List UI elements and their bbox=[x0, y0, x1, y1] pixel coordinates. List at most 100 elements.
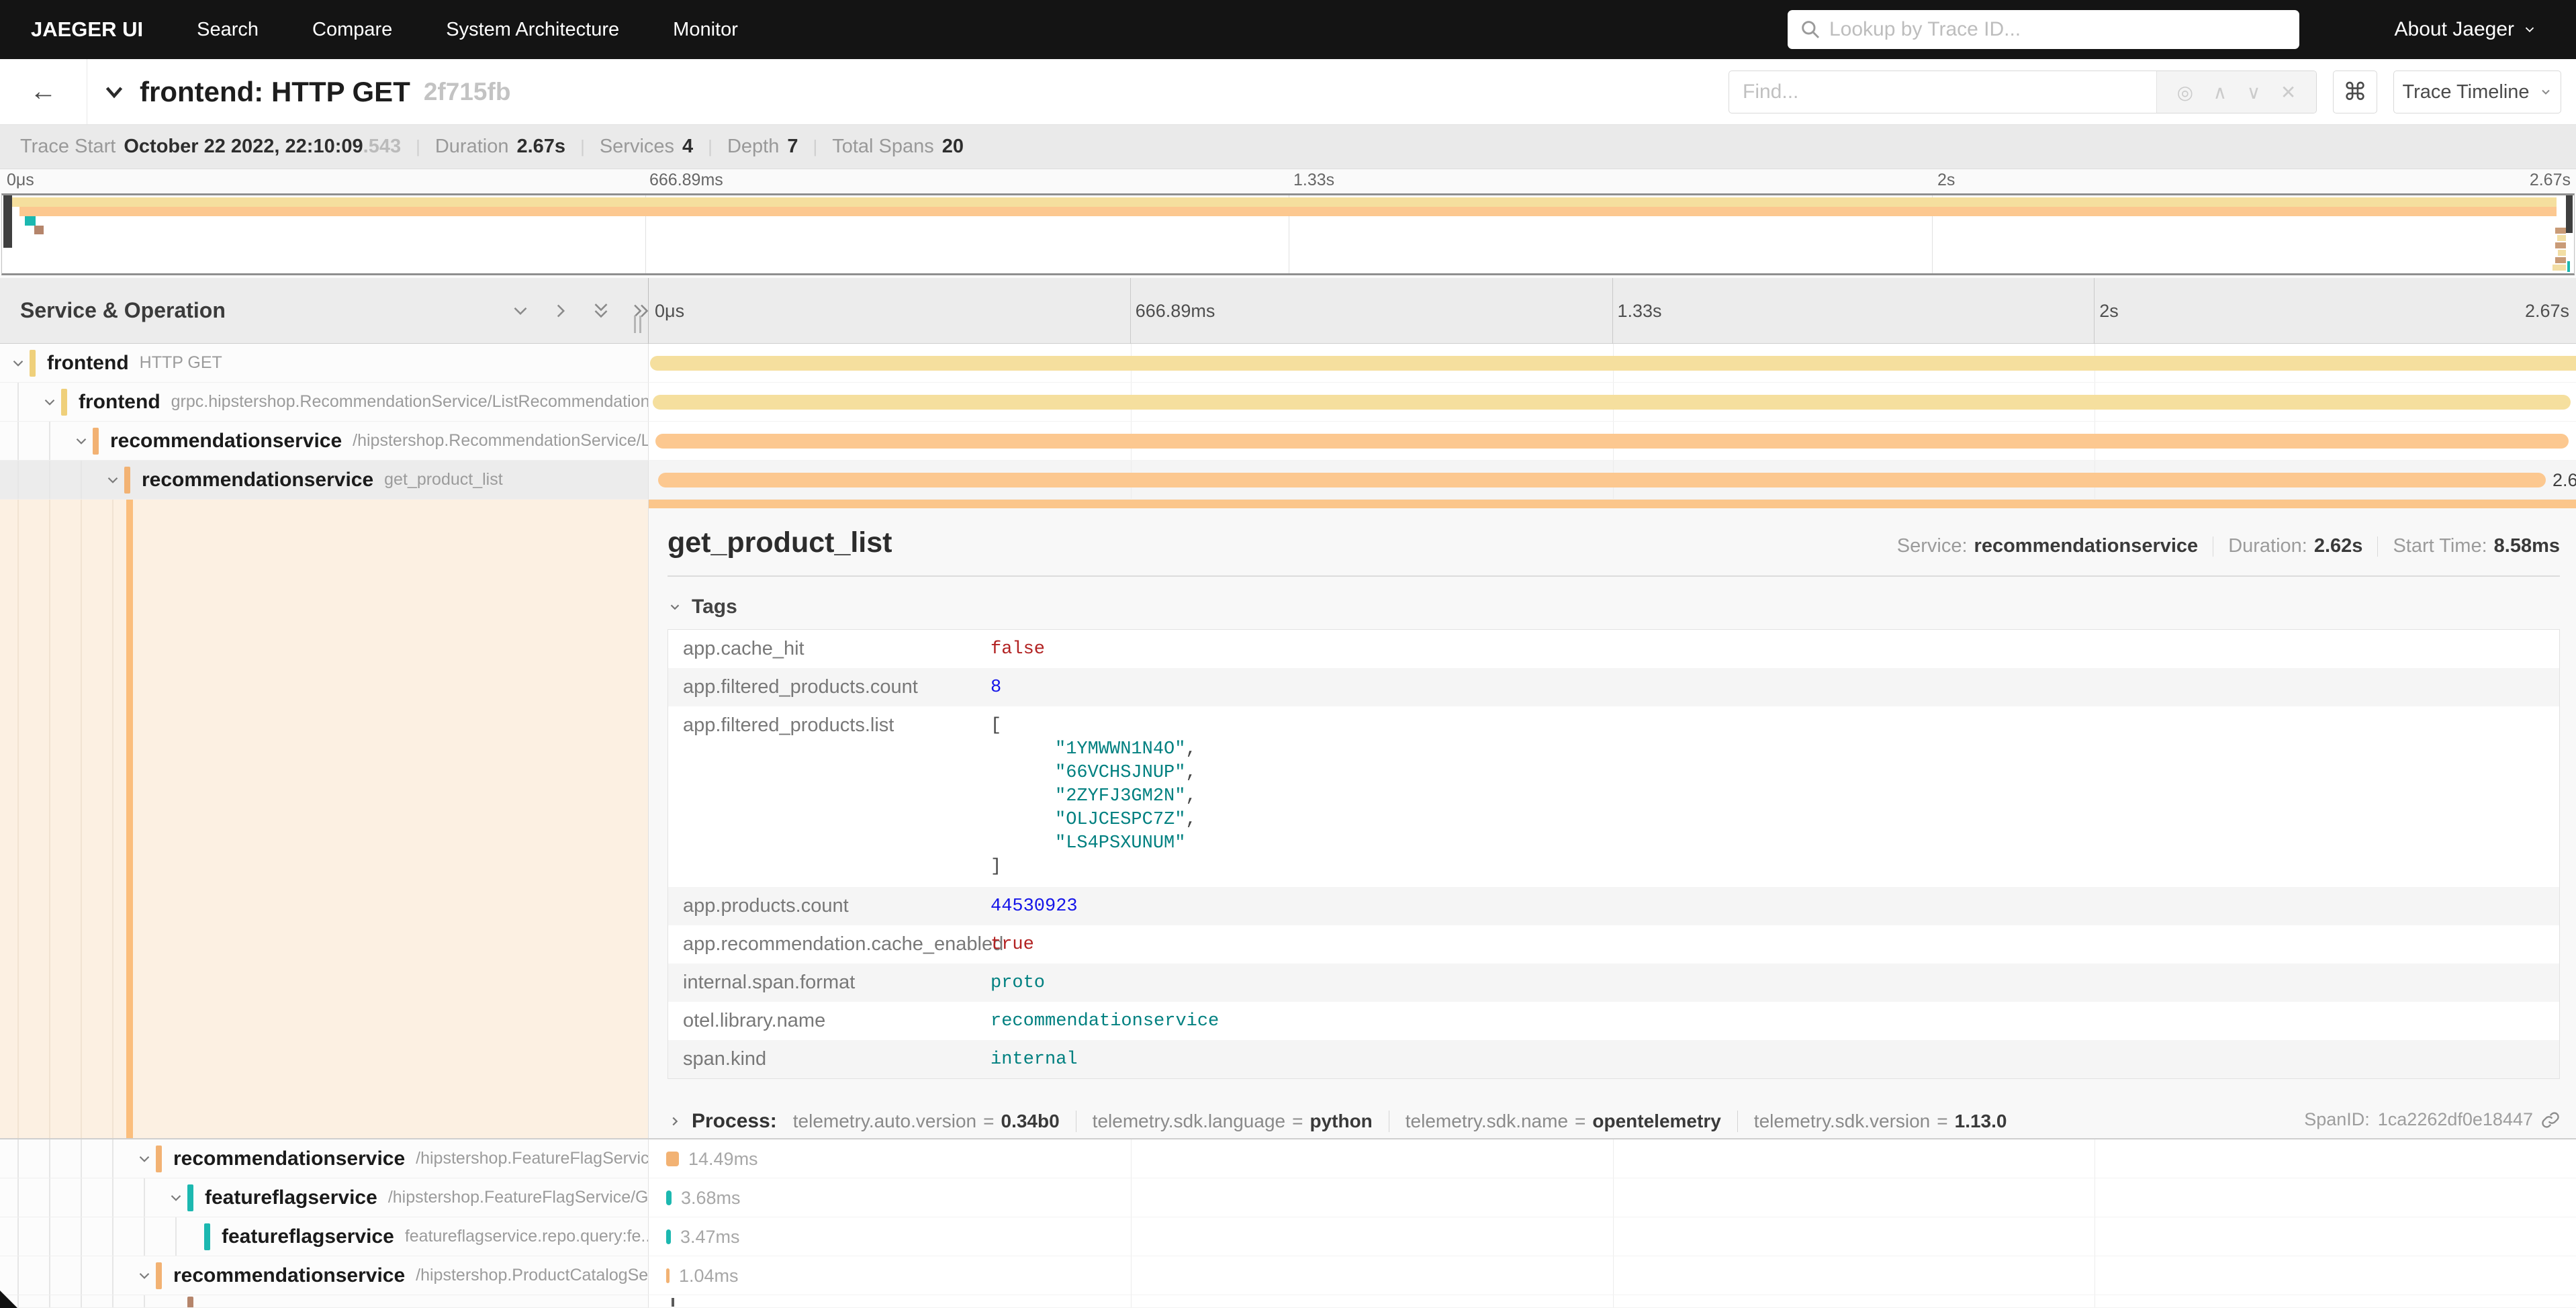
summary-label: Depth bbox=[727, 136, 779, 158]
span-duration-bar[interactable] bbox=[653, 395, 2571, 410]
summary-value: 2.67s bbox=[516, 136, 565, 158]
tag-row[interactable]: otel.library.namerecommendationservice bbox=[668, 1002, 2559, 1040]
span-collapse-chevron-icon[interactable] bbox=[104, 471, 122, 489]
span-timeline-cell[interactable]: 3.47ms bbox=[648, 1217, 2576, 1256]
collapse-all-icon[interactable] bbox=[509, 299, 532, 322]
expand-one-icon[interactable] bbox=[549, 299, 572, 322]
trace-id-lookup-input[interactable] bbox=[1829, 18, 2259, 41]
span-service-name: recommendationservice bbox=[142, 469, 373, 492]
span-service-name: recommendationservice bbox=[110, 430, 342, 453]
summary-value: 20 bbox=[942, 136, 964, 158]
span-collapse-chevron-icon[interactable] bbox=[136, 1150, 153, 1168]
timeline-tick-label: 2s bbox=[2099, 301, 2119, 322]
tag-row[interactable]: app.filtered_products.list["1YMWWN1N4O",… bbox=[668, 706, 2559, 887]
summary-separator: | bbox=[416, 136, 420, 157]
span-timeline-cell[interactable] bbox=[648, 1295, 2576, 1308]
jaeger-logo[interactable]: JAEGER UI bbox=[31, 17, 143, 42]
tag-row[interactable]: app.filtered_products.count8 bbox=[668, 668, 2559, 706]
indent-guide bbox=[17, 1139, 19, 1178]
span-collapse-chevron-icon[interactable] bbox=[167, 1189, 185, 1207]
tag-row[interactable]: app.cache_hitfalse bbox=[668, 630, 2559, 668]
span-timeline-cell[interactable] bbox=[648, 383, 2576, 422]
tag-row[interactable]: app.recommendation.cache_enabledtrue bbox=[668, 925, 2559, 964]
indent-guide bbox=[112, 1139, 113, 1178]
tags-section-toggle[interactable]: Tags bbox=[668, 596, 2560, 618]
prev-match-icon[interactable]: ∧ bbox=[2213, 81, 2227, 103]
tag-row[interactable]: internal.span.formatproto bbox=[668, 964, 2559, 1002]
span-name-cell[interactable] bbox=[0, 1295, 648, 1308]
tags-section-label: Tags bbox=[692, 596, 737, 618]
minimap-left-scrubber[interactable] bbox=[3, 195, 12, 248]
nav-item-system-architecture[interactable]: System Architecture bbox=[446, 19, 619, 41]
span-color-bar bbox=[187, 1297, 193, 1308]
process-label: Process: bbox=[692, 1110, 777, 1133]
span-id-label: SpanID: bbox=[2304, 1109, 2370, 1130]
span-name-cell[interactable]: frontendgrpc.hipstershop.RecommendationS… bbox=[0, 383, 648, 422]
span-timeline-cell[interactable]: 1.04ms bbox=[648, 1256, 2576, 1295]
about-jaeger-menu[interactable]: About Jaeger bbox=[2395, 0, 2537, 59]
span-name-cell[interactable]: recommendationservice/hipstershop.Featur… bbox=[0, 1139, 648, 1178]
span-timeline-cell[interactable]: 3.68ms bbox=[648, 1178, 2576, 1217]
list-item: "LS4PSXUNUM" bbox=[991, 832, 1197, 855]
nav-item-compare[interactable]: Compare bbox=[312, 19, 392, 41]
indent-guide bbox=[17, 1256, 19, 1295]
trace-id-lookup[interactable] bbox=[1788, 10, 2299, 49]
span-detail-left-strip bbox=[0, 500, 648, 1138]
span-color-bar bbox=[124, 467, 130, 494]
stat-value: 8.58ms bbox=[2494, 535, 2560, 557]
minimap-right-scrubber[interactable] bbox=[2566, 195, 2573, 233]
tag-row[interactable]: app.products.count44530923 bbox=[668, 887, 2559, 925]
span-collapse-chevron-icon[interactable] bbox=[136, 1267, 153, 1284]
span-name-cell[interactable]: recommendationservice/hipstershop.Produc… bbox=[0, 1256, 648, 1295]
find-group: ◎ ∧ ∨ ✕ bbox=[1729, 71, 2317, 113]
find-input[interactable] bbox=[1743, 81, 2119, 103]
trace-view-selector[interactable]: Trace Timeline bbox=[2393, 71, 2561, 113]
span-collapse-chevron-icon[interactable] bbox=[9, 355, 27, 372]
span-row: recommendationservice/hipstershop.Produc… bbox=[0, 1256, 2576, 1295]
span-timeline-cell[interactable] bbox=[648, 344, 2576, 383]
span-duration-bar[interactable] bbox=[666, 1229, 671, 1244]
indent-guide bbox=[112, 1217, 113, 1256]
tag-key: app.cache_hit bbox=[668, 638, 991, 660]
stats-separator bbox=[2377, 536, 2378, 557]
span-timeline-cell[interactable]: 14.49ms bbox=[648, 1139, 2576, 1178]
locate-match-icon[interactable]: ◎ bbox=[2177, 81, 2193, 103]
copy-link-icon[interactable] bbox=[2541, 1111, 2560, 1129]
back-button[interactable]: ← bbox=[0, 59, 87, 124]
span-duration-bar[interactable] bbox=[650, 356, 2576, 371]
column-resizer-handle[interactable] bbox=[634, 316, 641, 333]
span-timeline-cell[interactable]: 2.62s bbox=[648, 461, 2576, 500]
span-collapse-chevron-icon[interactable] bbox=[41, 393, 58, 411]
span-name-cell[interactable]: featureflagservice/hipstershop.FeatureFl… bbox=[0, 1178, 648, 1217]
minimap-viewport[interactable] bbox=[1, 193, 2575, 275]
span-name-cell[interactable]: recommendationservice/hipstershop.Recomm… bbox=[0, 422, 648, 461]
span-duration-bar[interactable] bbox=[666, 1152, 679, 1166]
indent-guide bbox=[17, 422, 19, 460]
span-duration-bar[interactable] bbox=[658, 473, 2546, 487]
indent-guide bbox=[49, 1256, 50, 1295]
span-collapse-chevron-icon[interactable] bbox=[73, 432, 90, 450]
keyboard-shortcuts-button[interactable]: ⌘ bbox=[2333, 71, 2377, 113]
span-name-cell[interactable]: featureflagservicefeatureflagservice.rep… bbox=[0, 1217, 648, 1256]
span-duration-bar[interactable] bbox=[666, 1268, 670, 1283]
span-duration-bar[interactable] bbox=[666, 1190, 672, 1205]
span-timeline-cell[interactable] bbox=[648, 422, 2576, 461]
next-match-icon[interactable]: ∨ bbox=[2247, 81, 2261, 103]
tag-row[interactable]: span.kindinternal bbox=[668, 1040, 2559, 1078]
indent-guide bbox=[49, 422, 50, 460]
process-section-toggle[interactable]: Process: telemetry.auto.version=0.34b0te… bbox=[668, 1110, 2560, 1133]
nav-item-monitor[interactable]: Monitor bbox=[673, 19, 738, 41]
list-item: "66VCHSJNUP", bbox=[991, 761, 1197, 785]
span-duration-bar[interactable] bbox=[655, 434, 2569, 449]
list-item: "1YMWWN1N4O", bbox=[991, 738, 1197, 761]
timeline-gridline bbox=[1613, 1295, 1614, 1307]
tag-key: otel.library.name bbox=[668, 1010, 991, 1032]
span-name-cell[interactable]: recommendationserviceget_product_list bbox=[0, 461, 648, 500]
nav-item-search[interactable]: Search bbox=[197, 19, 259, 41]
span-duration-bar[interactable] bbox=[672, 1298, 674, 1307]
clear-find-icon[interactable]: ✕ bbox=[2281, 81, 2296, 103]
span-name-cell[interactable]: frontendHTTP GET bbox=[0, 344, 648, 383]
indent-guide bbox=[112, 1178, 113, 1217]
collapse-trace-chevron-icon[interactable] bbox=[102, 80, 126, 104]
collapse-deep-icon[interactable] bbox=[590, 299, 612, 322]
